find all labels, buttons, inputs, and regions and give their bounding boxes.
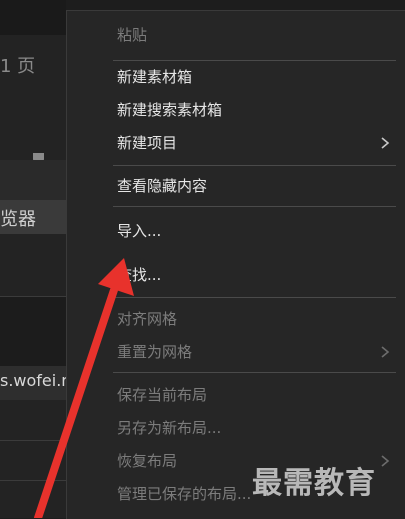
chevron-right-icon — [381, 137, 390, 149]
panel-divider — [0, 160, 66, 200]
menu-item-paste[interactable]: 粘贴 — [117, 21, 405, 49]
menu-item-label: 管理已保存的布局... — [117, 485, 252, 503]
chevron-right-icon — [381, 346, 390, 358]
panel-divider-line — [0, 296, 66, 297]
panel-rest-background — [0, 400, 66, 518]
menu-item-import[interactable]: 导入... — [117, 217, 405, 245]
context-menu: 粘贴 新建素材箱 新建搜索素材箱 新建项目 查看隐藏内容 导入... 查找...… — [66, 10, 405, 519]
menu-item-reset-grid[interactable]: 重置为网格 — [117, 338, 405, 366]
menu-item-find[interactable]: 查找... — [117, 261, 405, 289]
menu-item-save-layout[interactable]: 保存当前布局 — [117, 381, 405, 409]
menu-item-label: 对齐网格 — [117, 310, 178, 328]
chevron-right-icon — [381, 455, 390, 467]
menu-item-label: 新建搜索素材箱 — [117, 101, 223, 119]
menu-item-label: 导入... — [117, 222, 162, 240]
panel-divider-line — [0, 440, 66, 441]
panel-header-strip — [0, 0, 66, 35]
menu-item-label: 另存为新布局... — [117, 419, 222, 437]
panel-lower-background — [0, 234, 66, 296]
panel-url-text: s.wofei.n — [0, 371, 72, 390]
menu-item-new-search-bin[interactable]: 新建搜索素材箱 — [117, 96, 405, 124]
menu-item-new-bin[interactable]: 新建素材箱 — [117, 63, 405, 91]
menu-separator — [113, 297, 396, 298]
menu-separator — [113, 206, 396, 207]
menu-item-label: 查找... — [117, 266, 162, 284]
menu-item-align-grid[interactable]: 对齐网格 — [117, 305, 405, 333]
menu-separator — [113, 372, 396, 373]
menu-item-label: 新建素材箱 — [117, 68, 193, 86]
menu-item-label: 新建项目 — [117, 134, 178, 152]
panel-dark-area — [0, 296, 66, 366]
menu-item-view-hidden[interactable]: 查看隐藏内容 — [117, 172, 405, 200]
panel-divider-line — [0, 480, 66, 481]
menu-item-label: 粘贴 — [117, 26, 148, 44]
menu-item-label: 保存当前布局 — [117, 386, 208, 404]
panel-browser-label: 览器 — [0, 209, 36, 230]
menu-item-save-new-layout[interactable]: 另存为新布局... — [117, 414, 405, 442]
watermark-text: 最需教育 — [252, 466, 376, 501]
panel-tab-label[interactable]: 1 页 — [0, 52, 35, 78]
menu-separator — [113, 60, 396, 61]
menu-item-new-item[interactable]: 新建项目 — [117, 129, 405, 157]
menu-item-label: 重置为网格 — [117, 343, 193, 361]
menu-item-label: 查看隐藏内容 — [117, 177, 208, 195]
menu-separator — [113, 165, 396, 166]
menu-item-label: 恢复布局 — [117, 452, 178, 470]
